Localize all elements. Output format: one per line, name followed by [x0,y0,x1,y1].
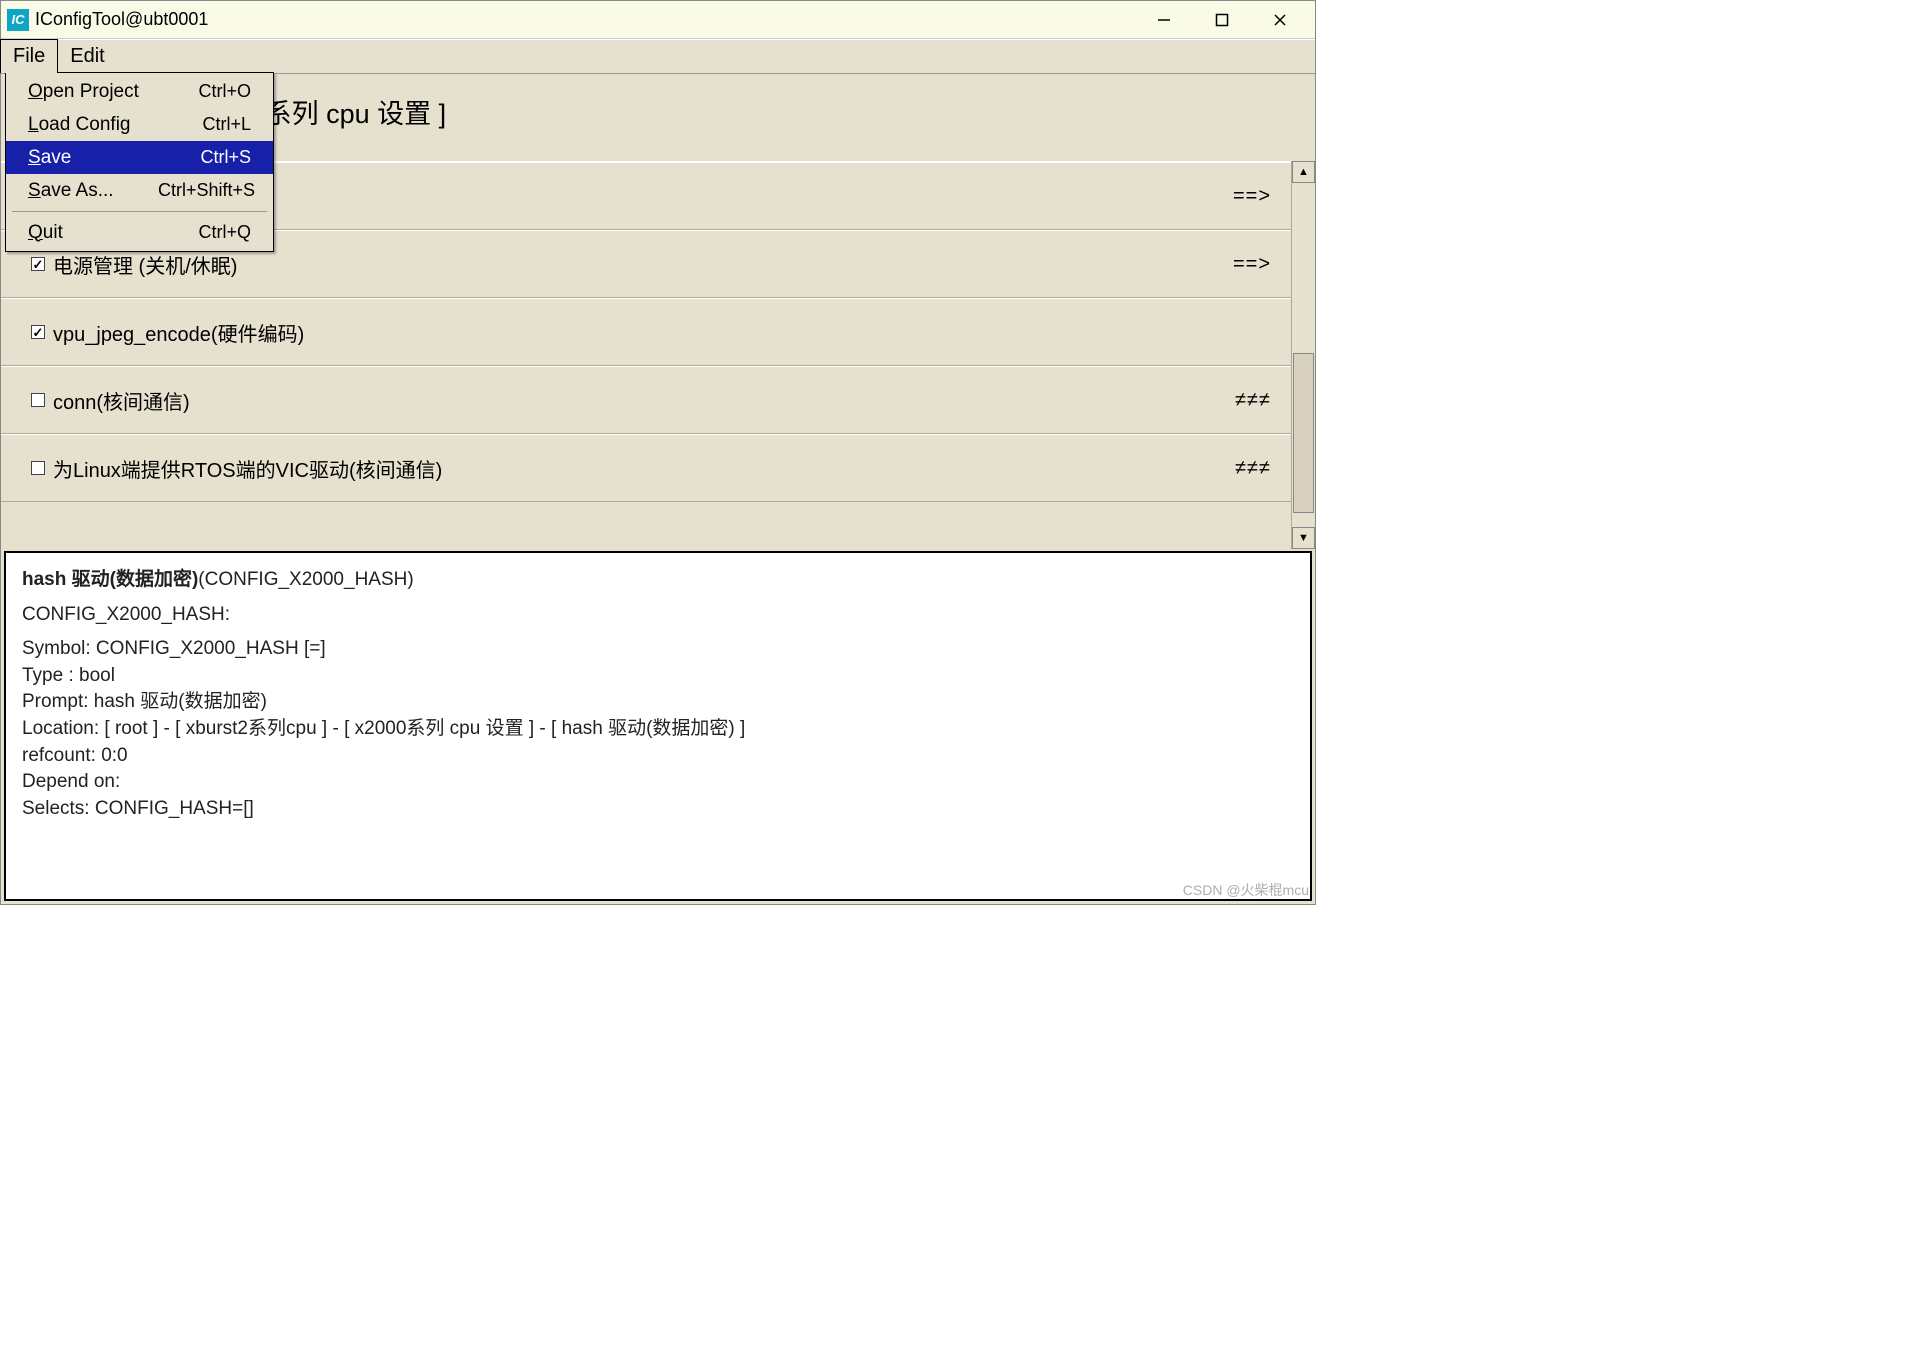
file-dropdown: Open Project Ctrl+O Load Config Ctrl+L S… [5,72,274,252]
config-row-vic[interactable]: 为Linux端提供RTOS端的VIC驱动(核间通信) ≠≠≠ [1,434,1291,502]
detail-line: Prompt: hash 驱动(数据加密) [22,689,1294,716]
detail-line: Symbol: CONFIG_X2000_HASH [=] [22,636,1294,663]
detail-title: hash 驱动(数据加密)(CONFIG_X2000_HASH) [22,567,1294,594]
detail-line: Selects: CONFIG_HASH=[] [22,796,1294,823]
scroll-down-icon[interactable]: ▼ [1292,527,1315,549]
shortcut-label: Ctrl+S [200,147,251,168]
expand-arrow-icon[interactable]: ==> [1233,185,1271,208]
checkbox-icon[interactable] [31,461,45,475]
menu-load-config[interactable]: Load Config Ctrl+L [6,108,273,141]
detail-line: Depend on: [22,769,1294,796]
minimize-button[interactable] [1135,1,1193,39]
detail-panel: hash 驱动(数据加密)(CONFIG_X2000_HASH) CONFIG_… [4,551,1312,901]
detail-line: Location: [ root ] - [ xburst2系列cpu ] - … [22,716,1294,743]
menu-save-as[interactable]: Save As... Ctrl+Shift+S [6,174,273,207]
window-controls [1135,1,1309,39]
expand-arrow-icon[interactable]: ≠≠≠ [1235,457,1271,480]
scroll-track[interactable] [1292,183,1315,527]
menubar: File Edit [1,39,1315,74]
close-button[interactable] [1251,1,1309,39]
watermark: CSDN @火柴棍mcu [1183,880,1309,900]
scroll-thumb[interactable] [1293,353,1314,513]
app-icon: IC [7,9,29,31]
config-row-conn[interactable]: conn(核间通信) ≠≠≠ [1,366,1291,434]
detail-line: refcount: 0:0 [22,743,1294,770]
window-title: IConfigTool@ubt0001 [35,9,208,30]
detail-line: Type : bool [22,663,1294,690]
menu-open-project[interactable]: Open Project Ctrl+O [6,75,273,108]
shortcut-label: Ctrl+Shift+S [158,180,255,201]
titlebar: IC IConfigTool@ubt0001 [1,1,1315,39]
checkbox-icon[interactable]: ✓ [31,257,45,271]
vertical-scrollbar[interactable]: ▲ ▼ [1291,161,1315,549]
menu-separator [12,211,267,212]
shortcut-label: Ctrl+Q [198,222,251,243]
app-window: IC IConfigTool@ubt0001 File Edit Open Pr… [0,0,1316,905]
checkbox-icon[interactable] [31,393,45,407]
shortcut-label: Ctrl+L [202,114,251,135]
detail-line: CONFIG_X2000_HASH: [22,602,1294,629]
config-row-label: 电源管理 (关机/休眠) [53,250,237,279]
shortcut-label: Ctrl+O [198,81,251,102]
config-row-label: conn(核间通信) [53,386,190,415]
expand-arrow-icon[interactable]: ==> [1233,253,1271,276]
checkbox-icon[interactable]: ✓ [31,325,45,339]
config-row-label: 为Linux端提供RTOS端的VIC驱动(核间通信) [53,454,442,483]
maximize-button[interactable] [1193,1,1251,39]
menu-edit[interactable]: Edit [58,40,116,73]
menu-quit[interactable]: Quit Ctrl+Q [6,216,273,249]
expand-arrow-icon[interactable]: ≠≠≠ [1235,389,1271,412]
scroll-up-icon[interactable]: ▲ [1292,161,1315,183]
menu-file[interactable]: File [0,39,58,73]
config-row-label: vpu_jpeg_encode(硬件编码) [53,318,304,347]
menu-save[interactable]: Save Ctrl+S [6,141,273,174]
config-row-vpu[interactable]: ✓ vpu_jpeg_encode(硬件编码) [1,298,1291,366]
